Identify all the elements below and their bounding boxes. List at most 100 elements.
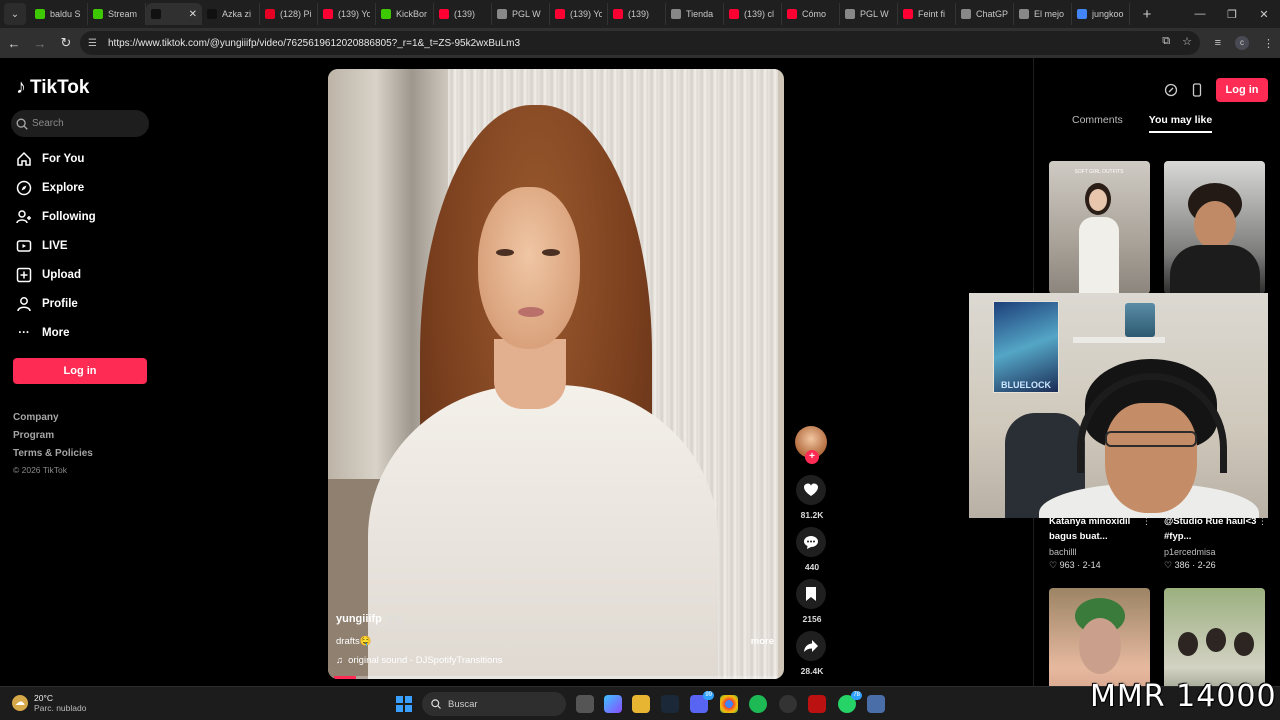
app-icon[interactable] bbox=[808, 695, 826, 713]
taskbar-search[interactable]: Buscar bbox=[422, 692, 566, 716]
close-window-icon[interactable]: ✕ bbox=[1248, 8, 1280, 21]
card-author[interactable]: p1ercedmisa bbox=[1164, 547, 1216, 557]
copilot-icon[interactable] bbox=[604, 695, 622, 713]
comment-count: 440 bbox=[804, 562, 820, 572]
browser-tab[interactable]: PGL W bbox=[840, 3, 898, 25]
browser-tab[interactable]: (139) bbox=[434, 3, 492, 25]
browser-tab[interactable]: ✕ bbox=[146, 3, 202, 25]
app-icon[interactable] bbox=[779, 695, 797, 713]
video-player[interactable]: yungiiifp 4-6 drafts🤤 more ♫ original sou… bbox=[328, 69, 784, 679]
card-title[interactable]: @Studio Rue haul<3 #fyp... bbox=[1164, 514, 1264, 544]
coin-icon[interactable] bbox=[1164, 83, 1178, 97]
tab-close-icon[interactable]: ✕ bbox=[189, 9, 197, 20]
login-button[interactable]: Log in bbox=[13, 358, 147, 384]
browser-toolbar: ← → ↻ ☰ https://www.tiktok.com/@yungiiif… bbox=[0, 28, 1280, 58]
restore-icon[interactable]: ❐ bbox=[1216, 8, 1248, 21]
tab-search-icon[interactable]: ⌄ bbox=[4, 3, 26, 25]
browser-tab[interactable]: PGL W bbox=[492, 3, 550, 25]
browser-tab[interactable]: Tienda bbox=[666, 3, 724, 25]
browser-tab-bar: ⌄ baldu S Stream ✕ Azka zi (128) Pi (139) Yo K… bbox=[0, 0, 1280, 28]
calculator-icon[interactable] bbox=[867, 695, 885, 713]
nav-upload[interactable]: Upload bbox=[16, 267, 81, 283]
search-placeholder: Search bbox=[32, 118, 64, 129]
save-button[interactable] bbox=[796, 579, 826, 609]
card-author[interactable]: bachilll bbox=[1049, 547, 1077, 557]
nav-for-you[interactable]: For You bbox=[16, 151, 84, 167]
live-icon bbox=[16, 238, 32, 254]
file-explorer-icon[interactable] bbox=[632, 695, 650, 713]
following-icon bbox=[16, 209, 32, 225]
address-bar[interactable]: ☰ https://www.tiktok.com/@yungiiifp/vide… bbox=[80, 31, 1200, 55]
browser-tab[interactable]: El mejo bbox=[1014, 3, 1072, 25]
footer-program-link[interactable]: Program bbox=[13, 430, 54, 441]
forward-icon[interactable]: → bbox=[28, 36, 52, 51]
search-icon bbox=[16, 118, 28, 130]
whatsapp-icon[interactable]: 78 bbox=[838, 691, 862, 713]
tab-favicon-icon bbox=[787, 9, 797, 19]
tab-comments[interactable]: Comments bbox=[1072, 114, 1123, 133]
media-icon[interactable]: ≡ bbox=[1215, 37, 1221, 49]
footer-company-link[interactable]: Company bbox=[13, 412, 59, 423]
steam-icon[interactable] bbox=[661, 695, 679, 713]
back-icon[interactable]: ← bbox=[2, 36, 26, 51]
caption-more-link[interactable]: more bbox=[751, 636, 774, 647]
video-thumbnail[interactable] bbox=[1164, 161, 1265, 294]
follow-plus-icon[interactable]: + bbox=[805, 450, 819, 464]
tab-favicon-icon bbox=[729, 9, 739, 19]
header-login-button[interactable]: Log in bbox=[1216, 78, 1268, 102]
video-username[interactable]: yungiiifp bbox=[336, 613, 382, 625]
nav-following[interactable]: Following bbox=[16, 209, 96, 225]
reload-icon[interactable]: ↻ bbox=[54, 35, 78, 51]
cloud-sun-icon: ☁ bbox=[12, 695, 28, 711]
new-tab-icon[interactable]: + bbox=[1136, 6, 1158, 23]
browser-tab[interactable]: (139) Yo bbox=[318, 3, 376, 25]
card-title[interactable]: Katanya minoxidil bagus buat... bbox=[1049, 514, 1149, 544]
video-progress-bar[interactable] bbox=[334, 676, 778, 679]
tab-title: PGL W bbox=[512, 9, 541, 19]
browser-tab[interactable]: Feint fi bbox=[898, 3, 956, 25]
browser-tab[interactable]: (139) cl bbox=[724, 3, 782, 25]
tab-title: (139) cl bbox=[744, 9, 775, 19]
browser-tab[interactable]: Cómo bbox=[782, 3, 840, 25]
browser-menu-icon[interactable]: ⋮ bbox=[1263, 37, 1274, 50]
spotify-icon[interactable] bbox=[749, 695, 767, 713]
mobile-app-icon[interactable] bbox=[1190, 83, 1204, 97]
share-button[interactable] bbox=[796, 631, 826, 661]
browser-tab[interactable]: (128) Pi bbox=[260, 3, 318, 25]
tab-you-may-like[interactable]: You may like bbox=[1148, 114, 1213, 133]
tab-title: Azka zi bbox=[222, 9, 252, 19]
weather-widget[interactable]: ☁ 20°C Parc. nublado bbox=[12, 693, 86, 713]
site-info-icon[interactable]: ☰ bbox=[88, 38, 102, 49]
search-input[interactable]: Search bbox=[11, 110, 149, 137]
nav-more[interactable]: ··· More bbox=[16, 325, 69, 341]
browser-tab[interactable]: jungkoo bbox=[1072, 3, 1130, 25]
video-sound[interactable]: ♫ original sound - DJSpotifyTransitions bbox=[336, 655, 502, 666]
video-thumbnail[interactable]: SOFT GIRL OUTFITS bbox=[1049, 161, 1150, 294]
discord-icon[interactable]: 99 bbox=[690, 691, 714, 713]
install-app-icon[interactable]: ⧉ bbox=[1162, 35, 1170, 48]
bookmark-star-icon[interactable]: ☆ bbox=[1182, 35, 1192, 48]
browser-tab[interactable]: (139) Yo bbox=[550, 3, 608, 25]
thumbnail-art bbox=[1089, 189, 1107, 211]
task-view-icon[interactable] bbox=[576, 695, 594, 713]
minimize-icon[interactable]: — bbox=[1184, 8, 1216, 20]
like-button[interactable] bbox=[796, 475, 826, 505]
profile-avatar-icon[interactable]: c bbox=[1235, 36, 1249, 50]
browser-tab[interactable]: Azka zi bbox=[202, 3, 260, 25]
browser-tab[interactable]: KickBor bbox=[376, 3, 434, 25]
tab-favicon-icon bbox=[265, 9, 275, 19]
browser-tab[interactable]: baldu S bbox=[30, 3, 88, 25]
nav-explore[interactable]: Explore bbox=[16, 180, 84, 196]
video-author[interactable]: yungiiifp 4-6 bbox=[336, 613, 402, 625]
nav-profile[interactable]: Profile bbox=[16, 296, 78, 312]
browser-tab[interactable]: ChatGP bbox=[956, 3, 1014, 25]
browser-tab[interactable]: Stream bbox=[88, 3, 146, 25]
chrome-icon[interactable] bbox=[720, 695, 738, 713]
tiktok-logo[interactable]: ♪ TikTok bbox=[16, 76, 89, 99]
comment-button[interactable] bbox=[796, 527, 826, 557]
tab-favicon-icon bbox=[671, 9, 681, 19]
browser-tab[interactable]: (139) bbox=[608, 3, 666, 25]
windows-start-icon[interactable] bbox=[396, 696, 412, 712]
footer-terms-link[interactable]: Terms & Policies bbox=[13, 448, 93, 459]
nav-live[interactable]: LIVE bbox=[16, 238, 68, 254]
